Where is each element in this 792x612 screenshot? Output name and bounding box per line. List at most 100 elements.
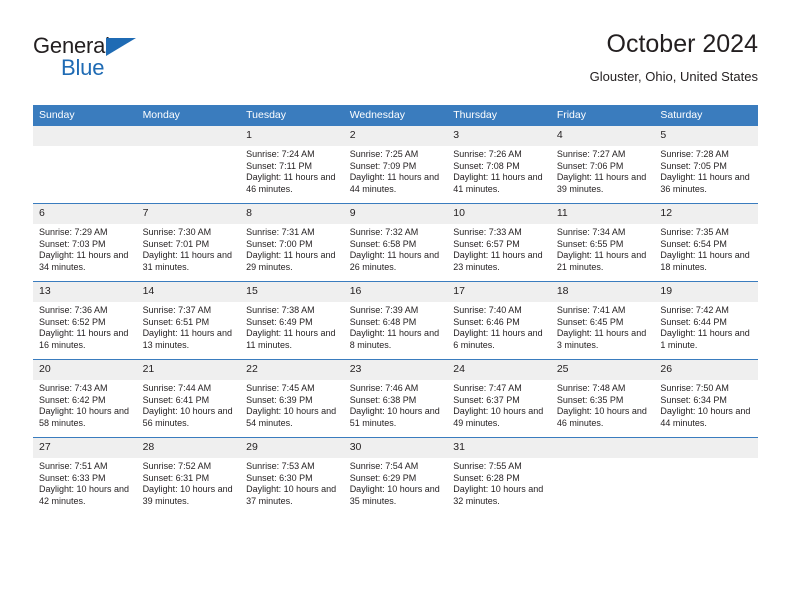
day-details: Sunrise: 7:40 AM Sunset: 6:46 PM Daylight:… (447, 302, 551, 351)
sunset-text: Sunset: 7:00 PM (246, 238, 313, 249)
sunset-text: Sunset: 6:39 PM (246, 394, 313, 405)
sunrise-text: Sunrise: 7:40 AM (453, 305, 522, 315)
calendar-day-cell[interactable]: 14 Sunrise: 7:37 AM Sunset: 6:51 PM Dayligh… (136, 281, 241, 360)
sunrise-text: Sunrise: 7:52 AM (142, 461, 212, 471)
day-details: Sunrise: 7:37 AM Sunset: 6:51 PM Daylight:… (137, 302, 241, 351)
calendar-day-cell[interactable]: 10 Sunrise: 7:33 AM Sunset: 6:57 PM Dayligh… (447, 203, 551, 282)
calendar-day-cell[interactable]: 15 Sunrise: 7:38 AM Sunset: 6:49 PM Dayligh… (240, 281, 344, 360)
sunrise-text: Sunrise: 7:47 AM (453, 383, 522, 393)
sunset-text: Sunset: 6:38 PM (349, 394, 417, 405)
daylight-text: Daylight: 11 hours and 46 minutes. (246, 172, 336, 194)
weekday-header-row: Sunday Monday Tuesday Wednesday Thursday… (33, 105, 758, 126)
day-number: 30 (343, 438, 448, 458)
calendar-day-cell[interactable]: 8 Sunrise: 7:31 AM Sunset: 7:00 PM Daylight… (240, 203, 344, 282)
daylight-text: Daylight: 10 hours and 51 minutes. (349, 406, 440, 428)
day-number: 9 (343, 204, 448, 224)
sunset-text: Sunset: 6:34 PM (660, 394, 727, 405)
calendar-day-cell[interactable]: 5 Sunrise: 7:28 AM Sunset: 7:05 PM Daylight… (654, 126, 758, 204)
sunrise-text: Sunrise: 7:44 AM (142, 383, 212, 393)
calendar-day-cell[interactable]: 21 Sunrise: 7:44 AM Sunset: 6:41 PM Dayligh… (136, 359, 241, 438)
day-number: 13 (33, 282, 137, 302)
sunset-text: Sunset: 6:52 PM (39, 316, 106, 327)
day-details: Sunrise: 7:45 AM Sunset: 6:39 PM Daylight:… (240, 380, 344, 429)
calendar-day-cell[interactable]: 24 Sunrise: 7:47 AM Sunset: 6:37 PM Dayligh… (447, 359, 551, 438)
calendar-day-cell[interactable]: 30 Sunrise: 7:54 AM Sunset: 6:29 PM Dayligh… (343, 437, 448, 515)
calendar-day-cell[interactable]: 27 Sunrise: 7:51 AM Sunset: 6:33 PM Dayligh… (33, 437, 137, 515)
calendar-day-cell[interactable]: 6 Sunrise: 7:29 AM Sunset: 7:03 PM Daylight… (33, 203, 137, 282)
weekday-header-sunday: Sunday (33, 105, 137, 126)
sunset-text: Sunset: 6:33 PM (39, 472, 106, 483)
day-details: Sunrise: 7:39 AM Sunset: 6:48 PM Daylight:… (344, 302, 448, 351)
general-blue-logo[interactable]: General Blue (33, 34, 163, 84)
daylight-text: Daylight: 11 hours and 39 minutes. (556, 172, 647, 194)
sunrise-text: Sunrise: 7:38 AM (246, 305, 315, 315)
sunset-text: Sunset: 7:11 PM (246, 160, 312, 171)
sunrise-text: Sunrise: 7:39 AM (349, 305, 419, 315)
weekday-header-thursday: Thursday (447, 105, 551, 126)
calendar-day-cell[interactable]: 11 Sunrise: 7:34 AM Sunset: 6:55 PM Dayligh… (550, 203, 655, 282)
calendar-day-cell-empty (654, 437, 758, 515)
calendar-day-cell[interactable]: 13 Sunrise: 7:36 AM Sunset: 6:52 PM Dayligh… (33, 281, 137, 360)
calendar-day-cell[interactable]: 9 Sunrise: 7:32 AM Sunset: 6:58 PM Daylight… (343, 203, 448, 282)
sunset-text: Sunset: 6:35 PM (556, 394, 624, 405)
page-header: General Blue October 2024 Glouster, Ohio… (33, 28, 758, 100)
daylight-text: Daylight: 10 hours and 32 minutes. (453, 484, 544, 506)
calendar-day-cell[interactable]: 26 Sunrise: 7:50 AM Sunset: 6:34 PM Dayligh… (654, 359, 758, 438)
calendar-day-cell[interactable]: 22 Sunrise: 7:45 AM Sunset: 6:39 PM Dayligh… (240, 359, 344, 438)
daylight-text: Daylight: 10 hours and 54 minutes. (246, 406, 337, 428)
calendar-week-row: 20 Sunrise: 7:43 AM Sunset: 6:42 PM Dayligh… (33, 359, 758, 438)
sunrise-text: Sunrise: 7:28 AM (660, 149, 729, 159)
sunrise-text: Sunrise: 7:34 AM (556, 227, 626, 237)
day-details: Sunrise: 7:46 AM Sunset: 6:38 PM Daylight:… (344, 380, 448, 429)
day-number: 23 (343, 360, 448, 380)
day-number: 8 (240, 204, 344, 224)
sunset-text: Sunset: 6:31 PM (142, 472, 210, 483)
daylight-text: Daylight: 11 hours and 16 minutes. (39, 328, 129, 350)
daylight-text: Daylight: 11 hours and 3 minutes. (556, 328, 647, 350)
title-block: October 2024 Glouster, Ohio, United Stat… (590, 28, 758, 86)
day-details: Sunrise: 7:27 AM Sunset: 7:06 PM Daylight:… (551, 146, 655, 195)
calendar-day-cell[interactable]: 19 Sunrise: 7:42 AM Sunset: 6:44 PM Dayligh… (654, 281, 758, 360)
calendar-day-cell[interactable]: 2 Sunrise: 7:25 AM Sunset: 7:09 PM Daylight… (343, 126, 448, 204)
day-details: Sunrise: 7:26 AM Sunset: 7:08 PM Daylight:… (447, 146, 551, 195)
calendar-day-cell[interactable]: 4 Sunrise: 7:27 AM Sunset: 7:06 PM Daylight… (550, 126, 655, 204)
day-details: Sunrise: 7:53 AM Sunset: 6:30 PM Daylight:… (240, 458, 344, 507)
sunset-text: Sunset: 6:30 PM (246, 472, 313, 483)
calendar-day-cell[interactable]: 16 Sunrise: 7:39 AM Sunset: 6:48 PM Dayligh… (343, 281, 448, 360)
day-number: 31 (447, 438, 551, 458)
calendar-day-cell[interactable]: 29 Sunrise: 7:53 AM Sunset: 6:30 PM Dayligh… (240, 437, 344, 515)
calendar-day-cell[interactable]: 7 Sunrise: 7:30 AM Sunset: 7:01 PM Daylight… (136, 203, 241, 282)
daylight-text: Daylight: 11 hours and 34 minutes. (39, 250, 129, 272)
daylight-text: Daylight: 11 hours and 41 minutes. (453, 172, 543, 194)
day-number: 11 (550, 204, 655, 224)
day-number: 18 (550, 282, 655, 302)
day-number: 24 (447, 360, 551, 380)
daylight-text: Daylight: 11 hours and 18 minutes. (660, 250, 750, 272)
daylight-text: Daylight: 10 hours and 37 minutes. (246, 484, 337, 506)
calendar-day-cell[interactable]: 18 Sunrise: 7:41 AM Sunset: 6:45 PM Dayligh… (550, 281, 655, 360)
day-details: Sunrise: 7:52 AM Sunset: 6:31 PM Daylight:… (137, 458, 241, 507)
sunset-text: Sunset: 6:49 PM (246, 316, 313, 327)
sunrise-text: Sunrise: 7:35 AM (660, 227, 729, 237)
sunrise-text: Sunrise: 7:51 AM (39, 461, 108, 471)
calendar-day-cell[interactable]: 12 Sunrise: 7:35 AM Sunset: 6:54 PM Dayligh… (654, 203, 758, 282)
weekday-header-saturday: Saturday (654, 105, 758, 126)
calendar-day-cell[interactable]: 28 Sunrise: 7:52 AM Sunset: 6:31 PM Dayligh… (136, 437, 241, 515)
sunrise-text: Sunrise: 7:36 AM (39, 305, 108, 315)
calendar-day-cell[interactable]: 1 Sunrise: 7:24 AM Sunset: 7:11 PM Daylight… (240, 126, 344, 204)
sunset-text: Sunset: 6:37 PM (453, 394, 520, 405)
day-details: Sunrise: 7:48 AM Sunset: 6:35 PM Daylight:… (551, 380, 655, 429)
sunrise-text: Sunrise: 7:29 AM (39, 227, 108, 237)
calendar-day-cell[interactable]: 17 Sunrise: 7:40 AM Sunset: 6:46 PM Dayligh… (447, 281, 551, 360)
calendar-day-cell[interactable]: 25 Sunrise: 7:48 AM Sunset: 6:35 PM Dayligh… (550, 359, 655, 438)
calendar-day-cell[interactable]: 31 Sunrise: 7:55 AM Sunset: 6:28 PM Dayligh… (447, 437, 551, 515)
calendar-day-cell[interactable]: 3 Sunrise: 7:26 AM Sunset: 7:08 PM Daylight… (447, 126, 551, 204)
sunrise-text: Sunrise: 7:50 AM (660, 383, 729, 393)
calendar-day-cell[interactable]: 23 Sunrise: 7:46 AM Sunset: 6:38 PM Dayligh… (343, 359, 448, 438)
day-number: 7 (136, 204, 241, 224)
calendar-day-cell[interactable]: 20 Sunrise: 7:43 AM Sunset: 6:42 PM Dayligh… (33, 359, 137, 438)
day-details: Sunrise: 7:24 AM Sunset: 7:11 PM Daylight:… (240, 146, 344, 195)
day-number: 26 (654, 360, 758, 380)
sunset-text: Sunset: 6:44 PM (660, 316, 727, 327)
day-number: 6 (33, 204, 137, 224)
